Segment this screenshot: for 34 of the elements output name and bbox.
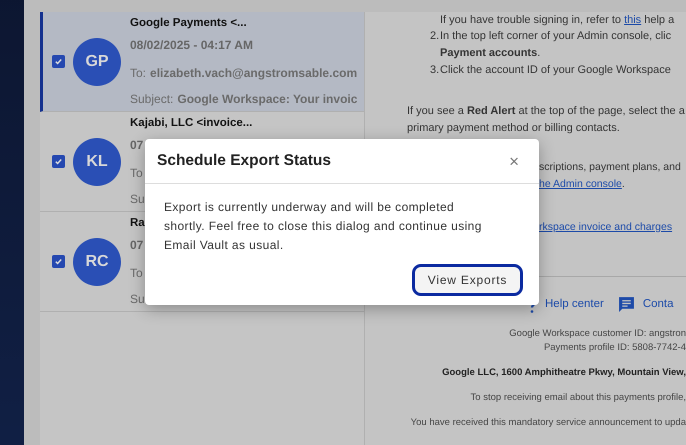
message-date: 07	[130, 137, 144, 154]
alert-text: primary payment method or billing contacts.	[407, 121, 621, 136]
sender-name: Kajabi, LLC <invoice...	[130, 116, 252, 131]
to-label: To:	[130, 65, 146, 82]
sender-name: Ra	[130, 216, 145, 231]
body-text: help a	[643, 13, 674, 28]
message-date: 07	[130, 237, 144, 254]
avatar: KL	[73, 138, 121, 186]
alert-text: If you see a Red Alert at the top of the page, select the a	[407, 104, 686, 119]
subject-label: Su	[130, 191, 145, 208]
footer-text: To stop receiving email about this payments profile,	[470, 391, 686, 406]
recipient-address: elizabeth.vach@angstromsable.com	[150, 65, 358, 82]
dialog-title: Schedule Export Status	[157, 151, 331, 172]
subject-label: Su	[130, 291, 145, 308]
step-text: Payment accounts.	[440, 46, 542, 61]
footer-text: Google Workspace customer ID: angstron	[509, 327, 686, 342]
avatar: RC	[73, 238, 121, 286]
body-text: .	[622, 177, 625, 192]
avatar: GP	[73, 38, 121, 86]
footer-text: Google LLC, 1600 Amphitheatre Pkwy, Mountain View,	[442, 366, 686, 380]
sender-name: Google Payments <...	[130, 16, 248, 31]
footer-text: You have received this mandatory service announcement to upda	[410, 416, 686, 430]
step-number: 2.	[430, 29, 440, 44]
subject-label: Subject:	[130, 91, 174, 108]
step-text: Click the account ID of your Google Workspace	[440, 63, 671, 78]
body-text: scriptions, payment plans, and	[539, 160, 682, 175]
to-label: To	[130, 265, 143, 282]
body-text: If you have trouble signing in, refer to	[440, 13, 622, 28]
message-date: 08/02/2025 - 04:17 AM	[130, 37, 254, 54]
step-number: 3.	[430, 63, 440, 78]
footer-text: Payments profile ID: 5808-7742-4	[544, 341, 686, 356]
step-text: In the top left corner of your Admin console, clic	[440, 29, 672, 44]
to-label: To	[130, 165, 143, 182]
subject-text: Google Workspace: Your invoic	[177, 91, 358, 108]
